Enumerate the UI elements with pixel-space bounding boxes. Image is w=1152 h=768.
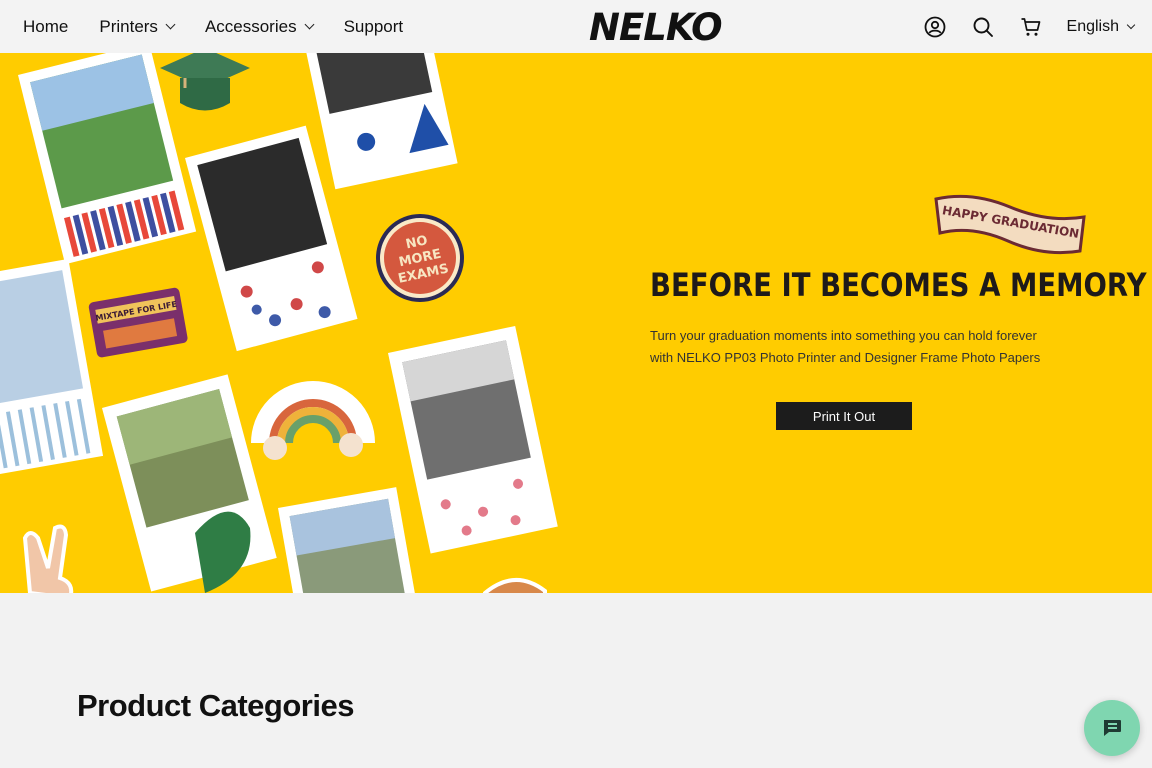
nav-printers-label: Printers xyxy=(99,16,158,36)
language-selector[interactable]: English xyxy=(1066,17,1136,36)
nav-printers[interactable]: Printers xyxy=(99,16,176,37)
site-header: Home Printers Accessories Support NELKO … xyxy=(0,0,1152,53)
chevron-down-icon xyxy=(304,19,315,30)
nav-accessories[interactable]: Accessories xyxy=(204,16,315,37)
header-tools: English xyxy=(923,0,1136,53)
nav-support[interactable]: Support xyxy=(344,17,404,37)
chat-button[interactable] xyxy=(1084,700,1140,756)
print-it-out-button[interactable]: Print It Out xyxy=(776,402,912,430)
nav-support-label: Support xyxy=(343,16,404,36)
nelko-logo[interactable]: NELKO xyxy=(589,6,723,49)
nav-home[interactable]: Home xyxy=(23,17,68,37)
chevron-down-icon xyxy=(1126,20,1136,29)
language-label: English xyxy=(1066,17,1119,35)
search-icon[interactable] xyxy=(971,15,995,39)
graduation-collage-image: NO MORE EXAMS MIXTAPE FOR LIFE xyxy=(0,53,560,593)
main-nav: Home Printers Accessories Support xyxy=(0,17,434,37)
nav-home-label: Home xyxy=(23,16,69,36)
hero-description: Turn your graduation moments into someth… xyxy=(650,328,1041,365)
hero-banner: NO MORE EXAMS MIXTAPE FOR LIFE HAPPY GRA… xyxy=(0,53,1152,593)
section-title: Product Categories xyxy=(77,688,354,723)
chevron-down-icon xyxy=(165,19,176,30)
account-icon[interactable] xyxy=(923,15,947,39)
happy-graduation-ribbon: HAPPY GRADUATION xyxy=(934,194,1086,255)
hero-title: BEFORE IT BECOMES A MEMORY xyxy=(650,266,1147,304)
nav-accessories-label: Accessories xyxy=(204,16,297,36)
chat-icon xyxy=(1104,720,1121,736)
cart-icon[interactable] xyxy=(1019,15,1043,39)
